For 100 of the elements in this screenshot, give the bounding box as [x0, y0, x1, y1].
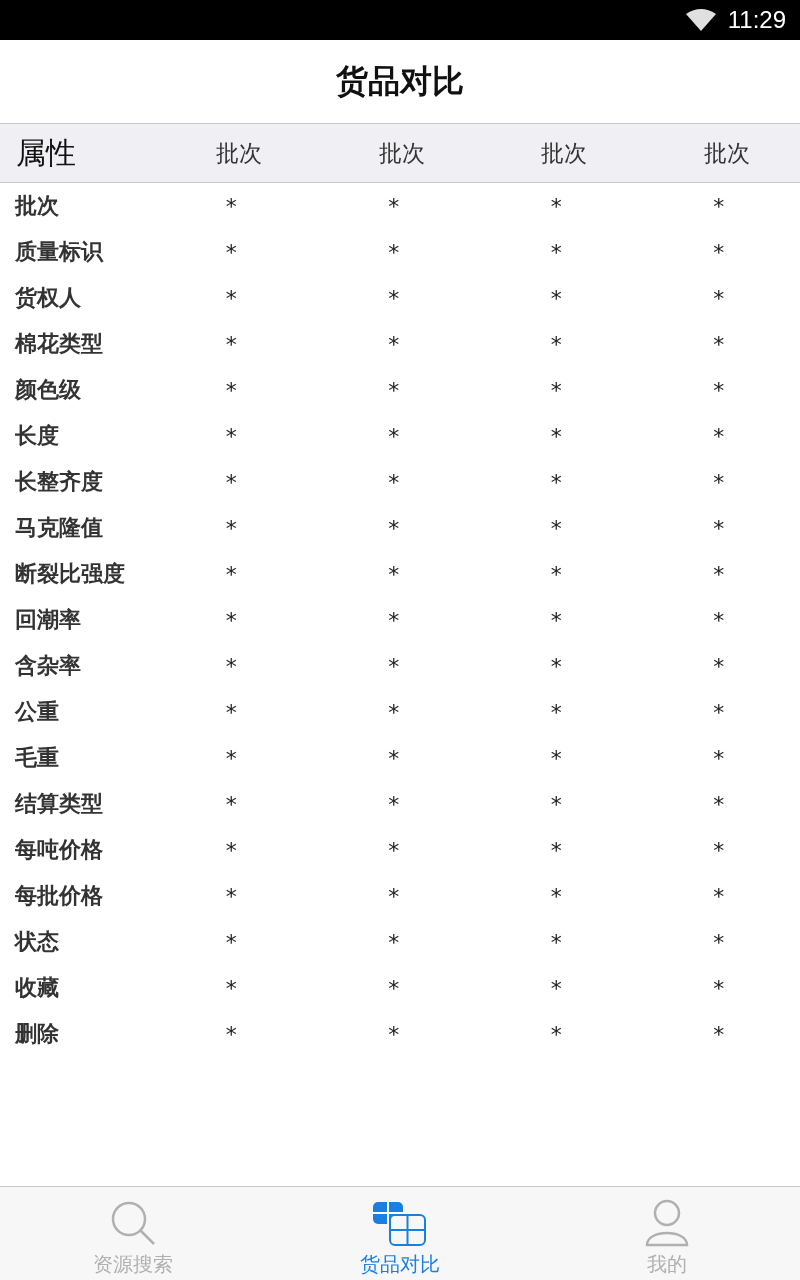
table-cell-text: * — [549, 193, 563, 219]
table-cell-text: * — [712, 791, 726, 817]
table-cell-text: * — [549, 699, 563, 725]
column-header: 批次 — [215, 138, 264, 168]
table-cell-text: * — [387, 193, 401, 219]
table-cell-text: * — [549, 515, 563, 541]
table-cell-text: * — [224, 515, 238, 541]
table-cell-text: * — [224, 469, 238, 495]
table-cell-text: * — [549, 377, 563, 403]
attribute-label: 每吨价格 — [14, 836, 104, 864]
table-cell-text: * — [224, 745, 238, 771]
table-cell-text: * — [712, 745, 726, 771]
table-cell-text: * — [224, 975, 238, 1001]
table-cell-text: * — [387, 1021, 401, 1047]
table-cell-text: * — [549, 975, 563, 1001]
table-cell-text: * — [224, 791, 238, 817]
table-cell-text: * — [224, 331, 238, 357]
attribute-label: 公重 — [13, 698, 60, 726]
table-cell-text: * — [224, 239, 238, 265]
table-cell-text: * — [387, 975, 401, 1001]
table-cell-text: * — [387, 883, 401, 909]
table-cell-text: * — [224, 607, 238, 633]
table-cell-text: * — [387, 331, 401, 357]
attribute-label: 颜色级 — [13, 376, 82, 404]
table-cell-text: * — [549, 745, 563, 771]
wifi-icon — [685, 9, 716, 31]
table-cell-text: * — [549, 929, 563, 955]
table-cell-text: * — [387, 791, 401, 817]
table-cell-text: * — [712, 561, 726, 587]
attribute-label: 货权人 — [14, 284, 82, 312]
user-icon — [644, 1199, 689, 1247]
column-header: 批次 — [540, 138, 589, 168]
table-cell-text: * — [224, 929, 238, 955]
attribute-label: 长整齐度 — [14, 468, 104, 496]
table-cell-text: * — [224, 423, 238, 449]
table-cell-text: * — [549, 837, 563, 863]
column-header: 批次 — [377, 138, 426, 168]
table-cell-text: * — [387, 423, 401, 449]
attribute-label: 批次 — [13, 192, 60, 220]
attribute-label: 收藏 — [14, 974, 60, 1002]
attribute-label: 结算类型 — [13, 790, 104, 818]
tab[interactable]: 资源搜索 — [0, 1187, 267, 1280]
table-cell-text: * — [549, 239, 563, 265]
table-cell-text: * — [549, 285, 563, 311]
table-cell-text: * — [387, 561, 401, 587]
table-cell-text: * — [224, 699, 238, 725]
tables-icon — [372, 1201, 428, 1247]
table-cell-text: * — [387, 469, 401, 495]
attribute-label: 质量标识 — [14, 238, 105, 266]
attribute-label: 长度 — [14, 422, 60, 450]
table-cell-text: * — [387, 699, 401, 725]
table-cell-text: * — [549, 423, 563, 449]
table-cell-text: * — [549, 607, 563, 633]
attribute-label: 棉花类型 — [13, 330, 104, 358]
table-cell-text: * — [712, 883, 726, 909]
table-cell-text: * — [712, 239, 726, 265]
table-cell-text: * — [224, 883, 238, 909]
table-cell-text: * — [549, 653, 563, 679]
table-cell-text: * — [387, 653, 401, 679]
table-cell-text: * — [712, 1021, 726, 1047]
table-cell-text: * — [224, 561, 238, 587]
table-cell-text: * — [712, 975, 726, 1001]
table-cell-text: * — [712, 285, 726, 311]
table-cell-text: * — [712, 515, 726, 541]
attribute-label: 马克隆值 — [14, 514, 104, 542]
table-cell-text: * — [387, 837, 401, 863]
table-cell-text: * — [549, 331, 563, 357]
tab[interactable]: 我的 — [533, 1187, 800, 1280]
table-cell-text: * — [224, 653, 238, 679]
table-cell-text: * — [224, 285, 238, 311]
status-time: 11:29 — [727, 6, 786, 34]
table-cell-text: * — [387, 285, 401, 311]
attribute-label: 回潮率 — [14, 606, 82, 634]
attribute-label: 每批价格 — [14, 882, 104, 910]
tab[interactable]: 货品对比 — [266, 1187, 534, 1280]
table-cell-text: * — [712, 607, 726, 633]
table-cell-text: * — [712, 837, 726, 863]
column-header: 批次 — [702, 138, 751, 168]
attribute-label: 含杂率 — [14, 652, 82, 680]
table-cell-text: * — [387, 745, 401, 771]
table-cell-text: * — [224, 837, 238, 863]
page-title: 货品对比 — [336, 60, 464, 102]
table-cell-text: * — [387, 929, 401, 955]
table-cell-text: * — [387, 607, 401, 633]
table-cell-text: * — [549, 791, 563, 817]
attribute-label: 断裂比强度 — [14, 560, 126, 588]
table-cell-text: * — [549, 1021, 563, 1047]
table-cell-text: * — [387, 515, 401, 541]
table-cell-text: * — [549, 469, 563, 495]
table-cell-text: * — [549, 561, 563, 587]
table-cell-text: * — [224, 377, 238, 403]
table-cell-text: * — [712, 377, 726, 403]
table-cell-text: * — [549, 883, 563, 909]
table-cell-text: * — [712, 699, 726, 725]
table-cell-text: * — [712, 469, 726, 495]
table-cell-text: * — [387, 239, 401, 265]
table-cell-text: * — [387, 377, 401, 403]
attribute-label: 状态 — [13, 928, 60, 956]
table-cell-text: * — [224, 1021, 238, 1047]
table-cell-text: * — [712, 423, 726, 449]
